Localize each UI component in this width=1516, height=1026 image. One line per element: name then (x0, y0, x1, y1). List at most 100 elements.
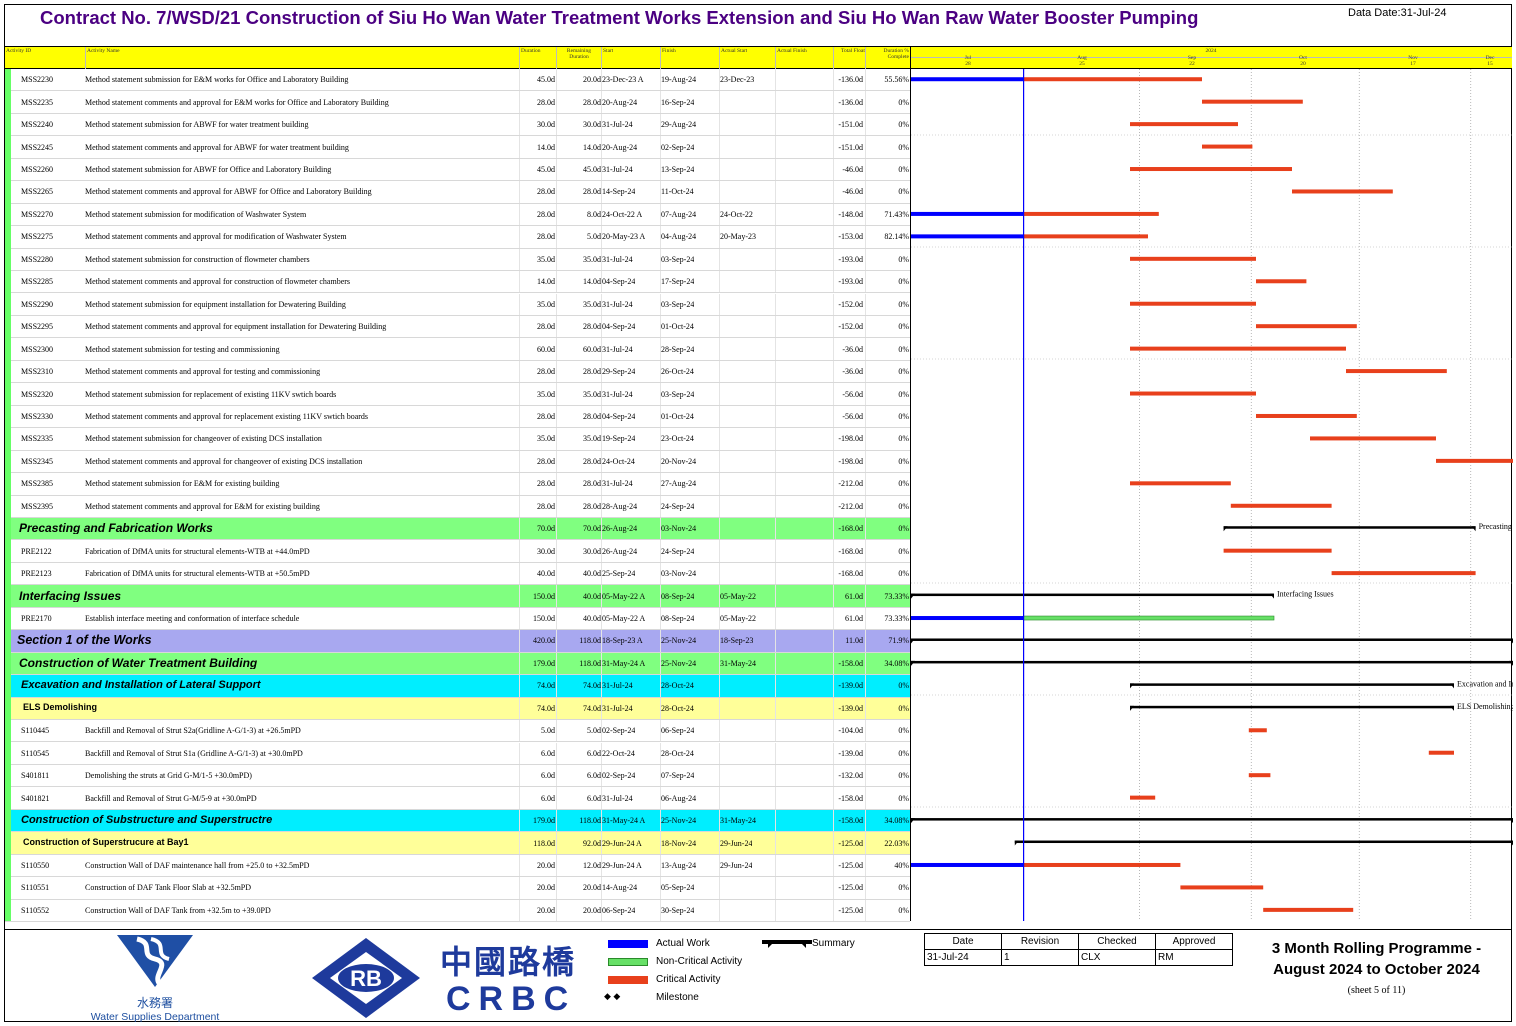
activity-row[interactable]: MSS2230 Method statement submission for E… (5, 69, 910, 92)
cell-start: 14-Sep-24 (602, 188, 636, 197)
cell-dur: 150.0d (533, 592, 555, 601)
activity-row[interactable]: S401811 Demolishing the struts at Grid G-… (5, 764, 910, 788)
activity-row[interactable]: PRE2123 Fabrication of DfMA units for str… (5, 562, 910, 586)
cell-dur: 20.0d (537, 884, 555, 893)
activity-id: MSS2295 (21, 323, 54, 332)
activity-row[interactable]: MSS2295 Method statement comments and app… (5, 315, 910, 339)
cell-dur: 45.0d (537, 166, 555, 175)
activity-name: Construction of DAF Tank Floor Slab at +… (85, 884, 252, 893)
cell-rem: 28.0d (583, 457, 601, 466)
cell-rem: 45.0d (583, 166, 601, 175)
rev-checked: CLX (1078, 949, 1156, 966)
activity-row[interactable]: MSS2385 Method statement submission for E… (5, 473, 910, 496)
wbs-group-row[interactable]: Section 1 of the Works 420.0d 118.0d 18-Sep… (5, 630, 910, 653)
activity-row[interactable]: MSS2330 Method statement comments and app… (5, 405, 910, 429)
wbs-group-row[interactable]: Excavation and Installation of Lateral S… (5, 675, 910, 698)
wbs-group-name: Interfacing Issues (19, 589, 122, 602)
activity-id: PRE2170 (21, 615, 52, 624)
cell-astart: 20-May-23 (720, 233, 756, 242)
cell-finish: 08-Sep-24 (661, 592, 695, 601)
gantt-chart: Precasting and Fabrication Works Interfac… (910, 69, 1513, 921)
activity-row[interactable]: MSS2235 Method statement comments and app… (5, 91, 910, 114)
cell-rem: 6.0d (587, 794, 601, 803)
activity-row[interactable]: MSS2290 Method statement submission for e… (5, 293, 910, 316)
wbs-group-row[interactable]: Interfacing Issues 150.0d 40.0d 05-May-22 A… (5, 585, 910, 608)
cell-pct: 0% (898, 525, 909, 534)
cell-pct: 0% (898, 323, 909, 332)
cell-start: 31-Jul-24 (602, 255, 633, 264)
cell-pct: 0% (898, 255, 909, 264)
activity-row[interactable]: MSS2260 Method statement submission for A… (5, 158, 910, 182)
wbs-group-name: Section 1 of the Works (17, 634, 152, 647)
cell-dur: 28.0d (537, 480, 555, 489)
activity-row[interactable]: PRE2170 Establish interface meeting and c… (5, 607, 910, 631)
activity-row[interactable]: MSS2395 Method statement comments and app… (5, 495, 910, 518)
activity-row[interactable]: MSS2310 Method statement comments and app… (5, 360, 910, 384)
activity-id: MSS2235 (21, 98, 54, 107)
data-date: Data Date:31-Jul-24 (1348, 7, 1447, 19)
legend-actual-label: Actual Work (656, 938, 710, 949)
cell-finish: 03-Sep-24 (661, 255, 695, 264)
activity-row[interactable]: MSS2275 Method statement comments and app… (5, 226, 910, 249)
cell-rem: 28.0d (583, 502, 601, 511)
wbs-group-row[interactable]: Construction of Superstrucure at Bay1 118… (5, 832, 910, 855)
cell-dur: 420.0d (533, 637, 555, 646)
cell-finish: 19-Aug-24 (661, 76, 697, 85)
activity-row[interactable]: MSS2245 Method statement comments and app… (5, 136, 910, 159)
cell-float: -148.0d (838, 210, 863, 219)
wbs-group-row[interactable]: Construction of Water Treatment Building… (5, 652, 910, 676)
timeline-date: 15 (1487, 61, 1493, 67)
wbs-group-row[interactable]: Precasting and Fabrication Works 70.0d 70.… (5, 518, 910, 541)
activity-row[interactable]: MSS2270 Method statement submission for m… (5, 203, 910, 227)
cell-rem: 6.0d (587, 749, 601, 758)
cell-start: 31-Jul-24 (602, 682, 633, 691)
critical-activity-bar (1292, 189, 1393, 194)
cell-float: -151.0d (838, 121, 863, 130)
cell-rem: 35.0d (583, 435, 601, 444)
activity-row[interactable]: S110552 Construction Wall of DAF Tank fro… (5, 899, 910, 923)
cell-pct: 0% (898, 906, 909, 915)
activity-name: Method statement comments and approval f… (85, 457, 363, 466)
cell-finish: 24-Sep-24 (661, 502, 695, 511)
cell-rem: 20.0d (583, 906, 601, 915)
cell-dur: 74.0d (537, 682, 555, 691)
activity-row[interactable]: MSS2280 Method statement submission for c… (5, 248, 910, 272)
cell-start: 29-Jun-24 A (602, 861, 642, 870)
cell-float: -212.0d (838, 502, 863, 511)
cell-float: -125.0d (838, 839, 863, 848)
activity-row[interactable]: MSS2240 Method statement submission for A… (5, 113, 910, 137)
activity-row[interactable]: S110445 Backfill and Removal of Strut S2a… (5, 720, 910, 743)
activity-row[interactable]: MSS2300 Method statement submission for t… (5, 338, 910, 361)
summary-bar (1014, 840, 1513, 844)
critical-activity-bar (1346, 369, 1447, 374)
cell-finish: 03-Sep-24 (661, 300, 695, 309)
cell-float: -56.0d (842, 412, 863, 421)
cell-rem: 35.0d (583, 300, 601, 309)
activity-row[interactable]: MSS2335 Method statement submission for c… (5, 428, 910, 451)
cell-pct: 55.56% (884, 76, 909, 85)
cell-pct: 0% (898, 704, 909, 713)
critical-activity-bar (1130, 167, 1292, 172)
wbs-group-row[interactable]: Construction of Substructure and Superst… (5, 809, 910, 833)
activity-id: MSS2385 (21, 480, 54, 489)
activity-row[interactable]: PRE2122 Fabrication of DfMA units for str… (5, 540, 910, 563)
activity-row[interactable]: MSS2265 Method statement comments and app… (5, 181, 910, 204)
cell-float: -158.0d (838, 817, 863, 826)
activity-row[interactable]: MSS2345 Method statement comments and app… (5, 450, 910, 474)
actual-work-bar (911, 616, 1024, 621)
cell-start: 31-Jul-24 (602, 794, 633, 803)
activity-row[interactable]: S110545 Backfill and Removal of Strut S1a… (5, 742, 910, 765)
activity-id: MSS2300 (21, 345, 54, 354)
cell-dur: 28.0d (537, 412, 555, 421)
activity-row[interactable]: MSS2320 Method statement submission for r… (5, 383, 910, 406)
legend-summary-label: Summary (812, 938, 855, 949)
activity-row[interactable]: S110551 Construction of DAF Tank Floor Sl… (5, 877, 910, 900)
wbs-group-row[interactable]: ELS Demolishing 74.0d 74.0d 31-Jul-24 28-Oct… (5, 697, 910, 721)
activity-row[interactable]: S110550 Construction Wall of DAF maintena… (5, 854, 910, 878)
legend-noncritical-swatch (608, 958, 648, 966)
activity-name: Method statement comments and approval f… (85, 188, 372, 197)
cell-dur: 179.0d (533, 659, 555, 668)
activity-row[interactable]: MSS2285 Method statement comments and app… (5, 271, 910, 294)
activity-name: Method statement comments and approval f… (85, 98, 389, 107)
activity-row[interactable]: S401821 Backfill and Removal of Strut G-M… (5, 787, 910, 810)
